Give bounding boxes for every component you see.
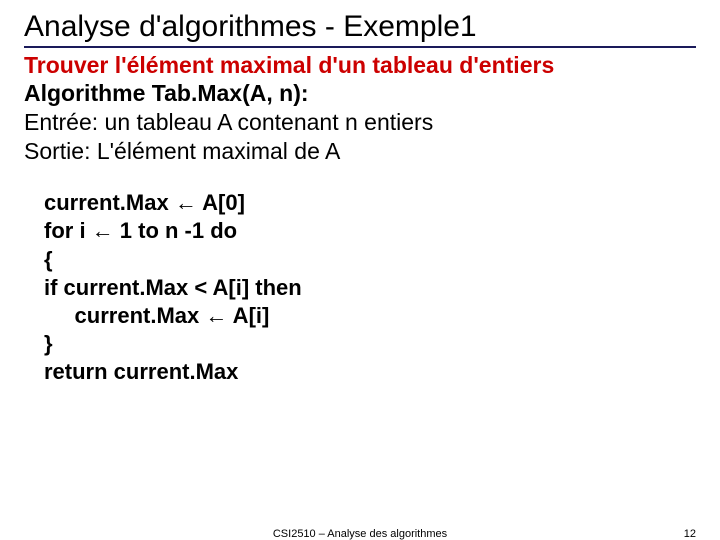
algo-name: Algorithme Tab.Max(A, n):	[24, 79, 696, 108]
code-line: for i ← 1 to n -1 do	[44, 217, 696, 245]
code-line: current.Max ← A[0]	[44, 189, 696, 217]
footer-text: CSI2510 – Analyse des algorithmes	[273, 528, 447, 540]
code-line: {	[44, 246, 696, 274]
slide-title: Analyse d'algorithmes - Exemple1	[24, 10, 696, 44]
slide: Analyse d'algorithmes - Exemple1 Trouver…	[0, 0, 720, 540]
title-area: Analyse d'algorithmes - Exemple1	[24, 10, 696, 48]
page-number: 12	[684, 528, 696, 540]
algo-output: Sortie: L'élément maximal de A	[24, 137, 696, 166]
algo-name-text: Algorithme Tab.Max(A, n):	[24, 80, 309, 106]
code-line: return current.Max	[44, 358, 696, 386]
code-line: }	[44, 330, 696, 358]
code-line: if current.Max < A[i] then	[44, 274, 696, 302]
code-line: current.Max ← A[i]	[44, 302, 696, 330]
slide-subtitle: Trouver l'élément maximal d'un tableau d…	[24, 52, 696, 79]
pseudocode-block: current.Max ← A[0] for i ← 1 to n -1 do …	[44, 189, 696, 386]
algo-input: Entrée: un tableau A contenant n entiers	[24, 108, 696, 137]
